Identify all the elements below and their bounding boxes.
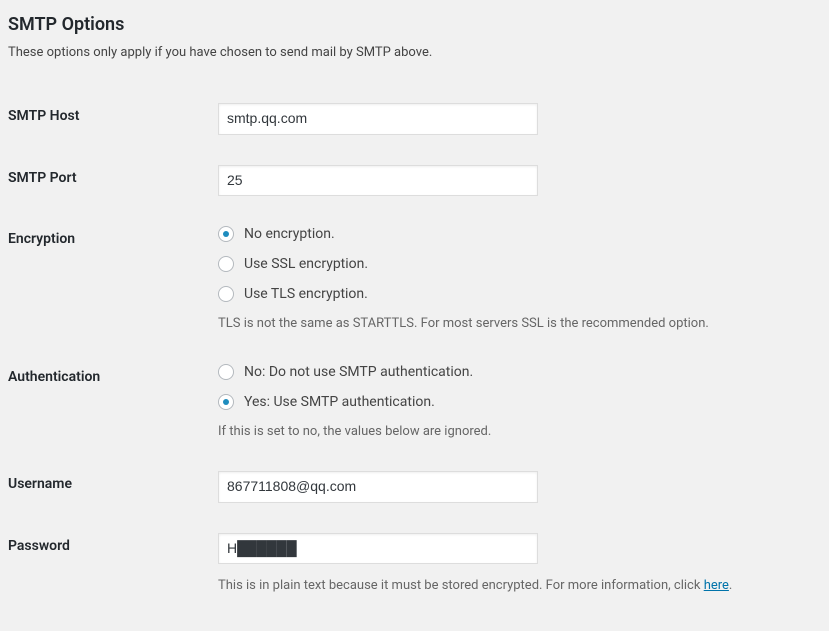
radio-icon <box>218 364 234 380</box>
authentication-label: Authentication <box>8 349 208 457</box>
smtp-host-label: SMTP Host <box>8 88 208 150</box>
encryption-option-tls-label: Use TLS encryption. <box>244 286 368 302</box>
authentication-option-no[interactable]: No: Do not use SMTP authentication. <box>218 364 811 380</box>
smtp-host-input[interactable] <box>218 103 538 135</box>
radio-icon <box>218 226 234 242</box>
encryption-option-none-label: No encryption. <box>244 226 335 242</box>
username-label: Username <box>8 456 208 518</box>
encryption-option-none[interactable]: No encryption. <box>218 226 811 242</box>
authentication-option-yes[interactable]: Yes: Use SMTP authentication. <box>218 394 811 410</box>
username-input[interactable] <box>218 471 538 503</box>
password-label: Password <box>8 518 208 611</box>
section-title: SMTP Options <box>8 14 821 35</box>
encryption-option-ssl[interactable]: Use SSL encryption. <box>218 256 811 272</box>
password-input[interactable] <box>218 533 538 565</box>
smtp-port-input[interactable] <box>218 165 538 197</box>
radio-icon <box>218 286 234 302</box>
encryption-description: TLS is not the same as STARTTLS. For mos… <box>218 314 811 334</box>
radio-icon <box>218 256 234 272</box>
smtp-port-label: SMTP Port <box>8 150 208 212</box>
authentication-option-no-label: No: Do not use SMTP authentication. <box>244 364 473 380</box>
authentication-description: If this is set to no, the values below a… <box>218 422 811 442</box>
section-subtitle: These options only apply if you have cho… <box>8 45 821 60</box>
encryption-option-ssl-label: Use SSL encryption. <box>244 256 368 272</box>
authentication-option-yes-label: Yes: Use SMTP authentication. <box>244 394 435 410</box>
radio-icon <box>218 394 234 410</box>
encryption-option-tls[interactable]: Use TLS encryption. <box>218 286 811 302</box>
encryption-label: Encryption <box>8 211 208 349</box>
password-description: This is in plain text because it must be… <box>218 576 811 596</box>
password-info-link[interactable]: here <box>704 578 729 593</box>
